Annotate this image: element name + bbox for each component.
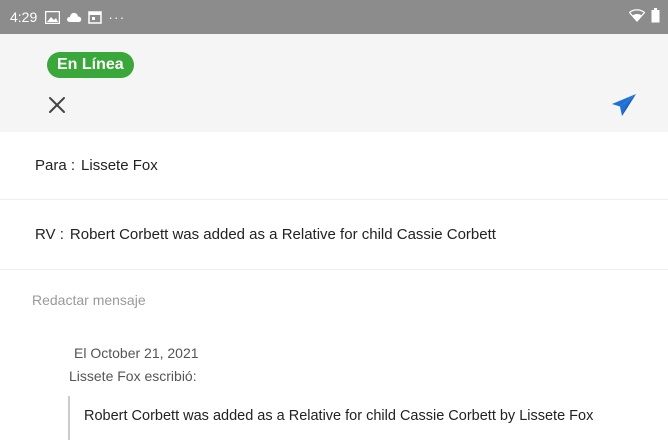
subject-label: RV : (35, 226, 64, 243)
subject-row[interactable]: RV : Robert Corbett was added as a Relat… (0, 200, 668, 270)
status-more-indicator: ··· (108, 9, 126, 25)
close-button[interactable] (42, 92, 72, 122)
compose-header: En Línea (0, 34, 668, 132)
recipient-label: Para : (35, 157, 76, 174)
compose-message-input[interactable] (32, 288, 632, 312)
calendar-icon (88, 10, 102, 24)
subject-value: Robert Corbett was added as a Relative f… (69, 226, 496, 243)
quoted-author: Lissete Fox escribió: (69, 368, 197, 384)
close-icon (48, 96, 66, 119)
status-badge: En Línea (47, 52, 134, 78)
wifi-icon (628, 9, 646, 25)
send-button[interactable] (608, 92, 640, 122)
send-icon (611, 93, 637, 122)
status-bar: 4:29 ··· (0, 0, 668, 34)
image-icon (45, 10, 61, 24)
cloud-icon (66, 11, 82, 23)
battery-icon (651, 8, 660, 26)
recipient-value: Lissete Fox (81, 157, 158, 174)
status-time: 4:29 (10, 9, 38, 25)
quoted-message-body: Robert Corbett was added as a Relative f… (68, 396, 593, 440)
quoted-date: El October 21, 2021 (74, 345, 199, 361)
recipient-row[interactable]: Para : Lissete Fox (0, 132, 668, 200)
